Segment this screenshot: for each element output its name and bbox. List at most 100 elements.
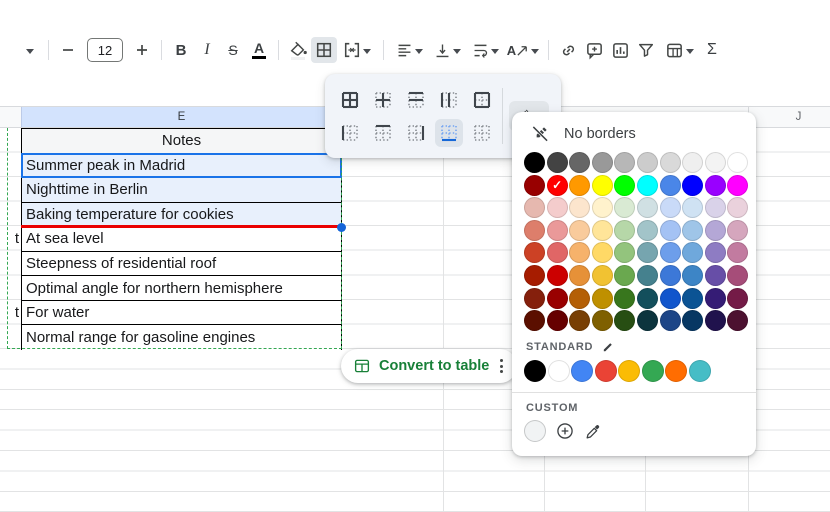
color-swatch[interactable] [660,197,681,218]
color-swatch[interactable] [592,197,613,218]
eyedropper-button[interactable] [584,422,603,441]
top-border-option[interactable] [369,119,397,147]
partial-cell-d[interactable]: t [0,226,20,251]
standard-color-swatch[interactable] [524,360,546,382]
color-swatch[interactable] [592,242,613,263]
color-swatch[interactable] [524,242,545,263]
color-swatch[interactable] [660,310,681,331]
color-swatch[interactable] [727,152,748,173]
color-swatch[interactable] [682,242,703,263]
color-swatch[interactable] [524,175,545,196]
insert-comment-button[interactable] [581,37,607,63]
bottom-border-option[interactable] [435,119,463,147]
color-swatch[interactable] [547,288,568,309]
color-swatch[interactable] [682,152,703,173]
custom-color-swatch[interactable] [524,420,546,442]
color-swatch[interactable] [727,220,748,241]
text-color-button[interactable]: A [246,37,272,63]
color-swatch[interactable] [524,152,545,173]
clear-borders-option[interactable] [468,119,496,147]
color-swatch[interactable] [660,242,681,263]
color-swatch[interactable] [592,152,613,173]
color-swatch[interactable] [547,242,568,263]
color-swatch[interactable] [705,242,726,263]
horizontal-borders-option[interactable] [402,86,430,114]
text-rotation-button[interactable]: A [504,37,542,63]
color-swatch[interactable] [614,265,635,286]
color-swatch[interactable] [705,175,726,196]
color-swatch[interactable] [592,265,613,286]
bold-button[interactable]: B [168,37,194,63]
functions-button[interactable]: Σ [699,37,725,63]
color-swatch[interactable] [637,310,658,331]
color-swatch[interactable] [705,288,726,309]
color-swatch[interactable] [660,288,681,309]
standard-color-swatch[interactable] [689,360,711,382]
table-row[interactable]: At sea level [22,227,341,252]
decrease-font-button[interactable] [55,37,81,63]
color-swatch[interactable] [660,220,681,241]
table-row[interactable]: Baking temperature for cookies [22,203,341,228]
color-swatch[interactable] [592,310,613,331]
vertical-borders-option[interactable] [435,86,463,114]
color-swatch[interactable] [705,152,726,173]
create-filter-button[interactable] [633,37,659,63]
color-swatch[interactable] [705,220,726,241]
color-swatch[interactable] [547,152,568,173]
color-swatch[interactable] [727,175,748,196]
color-swatch[interactable] [637,265,658,286]
color-swatch[interactable] [682,288,703,309]
right-border-option[interactable] [402,119,430,147]
color-swatch[interactable] [705,265,726,286]
table-row[interactable]: Optimal angle for northern hemisphere [22,276,341,301]
color-swatch[interactable] [727,310,748,331]
color-swatch[interactable] [637,220,658,241]
table-views-button[interactable] [659,37,699,63]
color-swatch[interactable] [614,175,635,196]
borders-button[interactable] [311,37,337,63]
partial-cell-d[interactable]: t [0,300,20,325]
color-swatch[interactable] [682,197,703,218]
no-borders-option[interactable]: No borders [524,122,744,152]
color-swatch[interactable] [524,265,545,286]
color-swatch[interactable] [569,197,590,218]
color-swatch[interactable] [682,310,703,331]
color-swatch[interactable] [569,175,590,196]
column-header-e[interactable]: E [21,107,342,127]
standard-color-swatch[interactable] [548,360,570,382]
standard-color-swatch[interactable] [665,360,687,382]
color-swatch[interactable] [569,288,590,309]
color-swatch[interactable] [614,152,635,173]
standard-color-swatch[interactable] [642,360,664,382]
color-swatch[interactable] [614,242,635,263]
color-swatch[interactable] [569,310,590,331]
fill-color-button[interactable] [285,37,311,63]
table-row[interactable]: Steepness of residential roof [22,252,341,277]
color-swatch[interactable] [592,288,613,309]
color-swatch[interactable] [660,175,681,196]
insert-chart-button[interactable] [607,37,633,63]
color-swatch[interactable] [727,288,748,309]
add-custom-color-button[interactable] [555,421,575,441]
color-swatch[interactable] [569,152,590,173]
color-swatch[interactable] [614,197,635,218]
column-header-j[interactable]: J [748,107,830,127]
color-swatch[interactable] [524,310,545,331]
color-swatch[interactable] [524,288,545,309]
standard-color-swatch[interactable] [618,360,640,382]
color-swatch[interactable] [592,175,613,196]
table-header-cell[interactable]: Notes [22,129,341,154]
strikethrough-button[interactable]: S [220,37,246,63]
text-wrap-button[interactable] [466,37,504,63]
color-swatch-selected[interactable]: ✓ [547,175,568,196]
color-swatch[interactable] [637,152,658,173]
color-swatch[interactable] [637,242,658,263]
color-swatch[interactable] [547,310,568,331]
italic-button[interactable]: I [194,37,220,63]
color-swatch[interactable] [547,265,568,286]
left-border-option[interactable] [336,119,364,147]
table-row[interactable]: Nighttime in Berlin [22,178,341,203]
color-swatch[interactable] [682,175,703,196]
color-swatch[interactable] [660,265,681,286]
color-swatch[interactable] [569,265,590,286]
